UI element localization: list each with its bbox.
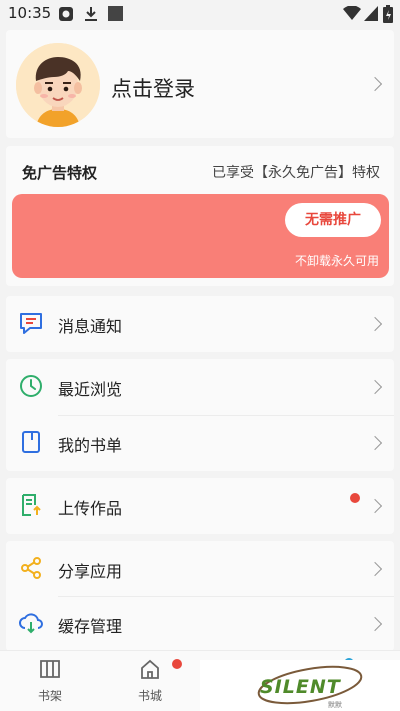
cloud-download-icon: [19, 613, 43, 634]
ad-free-card: 免广告特权 已享受【永久免广告】特权 无需推广 不卸载永久可用: [6, 146, 394, 286]
menu-item-label: 缓存管理: [58, 617, 123, 636]
profile-card[interactable]: 点击登录: [6, 30, 394, 138]
menu-item-label: 消息通知: [58, 317, 123, 336]
menu-item-messages[interactable]: 消息通知: [6, 296, 394, 352]
notification-dot: [350, 493, 360, 503]
tab-label: 书城: [137, 689, 162, 703]
tab-bookstore[interactable]: 书城: [120, 657, 180, 704]
chevron-right-icon: [367, 435, 383, 451]
watermark-subtext: 默默: [328, 701, 342, 709]
share-icon: [21, 557, 41, 579]
upload-document-icon: [22, 494, 41, 516]
ad-free-status: 已享受【永久免广告】特权: [212, 165, 380, 181]
status-time: 10:35: [8, 4, 52, 22]
watermark-text: SILENT: [260, 676, 341, 698]
notification-dot: [172, 659, 182, 669]
menu-item-cache[interactable]: 缓存管理: [6, 596, 394, 652]
chevron-right-icon: [367, 616, 383, 632]
ad-free-banner: 无需推广 不卸载永久可用: [12, 194, 389, 278]
menu-item-label: 我的书单: [58, 436, 123, 455]
tab-label: 书架: [37, 689, 62, 703]
avatar[interactable]: [16, 43, 100, 127]
menu-item-booklist[interactable]: 我的书单: [6, 415, 394, 471]
notification-icon: [59, 7, 73, 21]
messages-card: 消息通知: [6, 296, 394, 352]
app-icon: [108, 6, 123, 21]
chevron-right-icon: [367, 316, 383, 332]
signal-icon: [364, 6, 378, 21]
message-icon: [20, 313, 42, 334]
status-bar: 10:35: [0, 0, 400, 28]
bookshelf-icon: [40, 660, 60, 678]
chevron-right-icon: [367, 561, 383, 577]
download-icon: [85, 7, 97, 21]
chevron-right-icon: [367, 498, 383, 514]
chevron-right-icon: [367, 379, 383, 395]
menu-item-label: 最近浏览: [58, 380, 123, 399]
book-icon: [22, 431, 40, 453]
watermark: SILENT 默默: [200, 660, 400, 711]
ad-free-title: 免广告特权: [22, 164, 98, 182]
no-promotion-button[interactable]: 无需推广: [285, 203, 381, 237]
ad-free-subtitle: 不卸载永久可用: [294, 254, 379, 268]
menu-item-label: 分享应用: [58, 562, 123, 581]
upload-card: 上传作品: [6, 478, 394, 534]
login-link[interactable]: 点击登录: [111, 73, 195, 103]
browse-card: 最近浏览 我的书单: [6, 359, 394, 471]
chevron-right-icon: [367, 76, 383, 92]
tab-bookshelf[interactable]: 书架: [20, 657, 80, 704]
menu-item-label: 上传作品: [58, 499, 123, 518]
menu-item-share[interactable]: 分享应用: [6, 541, 394, 597]
menu-item-recent[interactable]: 最近浏览: [6, 359, 394, 415]
battery-icon: [383, 5, 393, 23]
home-icon: [141, 659, 159, 679]
avatar-illustration: [16, 43, 100, 127]
app-card: 分享应用 缓存管理: [6, 541, 394, 651]
wifi-icon: [343, 6, 361, 20]
menu-item-upload[interactable]: 上传作品: [6, 478, 394, 534]
clock-icon: [20, 375, 42, 397]
